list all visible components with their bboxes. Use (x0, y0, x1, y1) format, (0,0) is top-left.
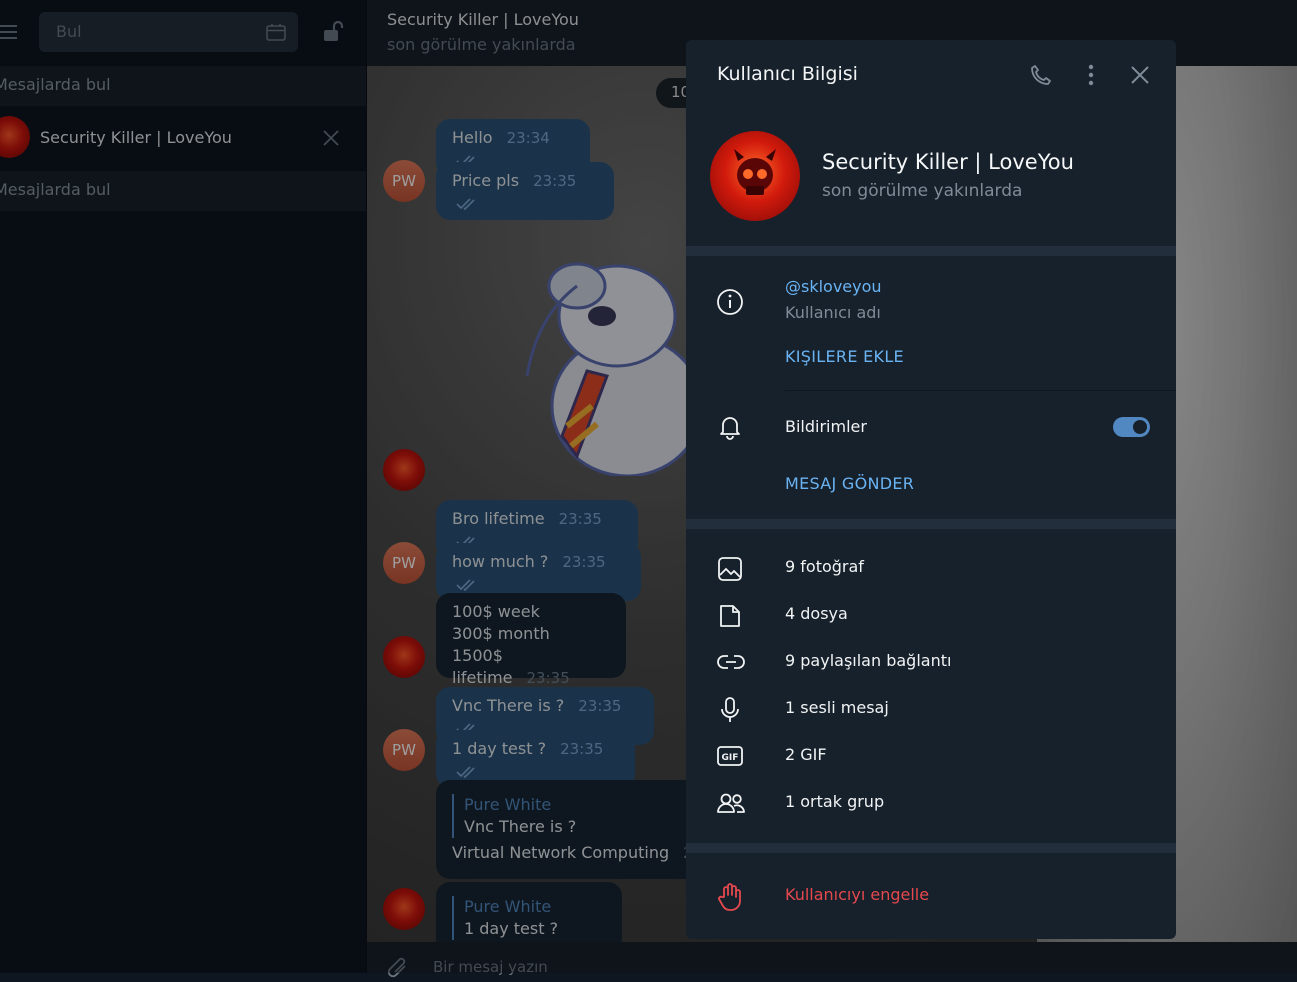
section-divider (686, 843, 1176, 853)
section-divider (686, 246, 1176, 256)
file-icon (716, 603, 744, 629)
notifications-toggle[interactable] (1113, 417, 1150, 437)
user-name: Security Killer | LoveYou (822, 150, 1074, 174)
info-icon (716, 288, 744, 316)
media-files[interactable]: 4 dosya (785, 604, 848, 623)
microphone-icon (716, 696, 744, 724)
divider (785, 390, 1176, 391)
close-icon[interactable] (1130, 65, 1150, 85)
avatar[interactable] (710, 131, 800, 221)
notifications-label: Bildirimler (785, 417, 867, 436)
svg-text:GIF: GIF (722, 753, 739, 763)
phone-icon[interactable] (1030, 64, 1052, 86)
common-groups[interactable]: 1 ortak grup (785, 792, 884, 811)
add-contact-button[interactable]: KIŞILERE EKLE (785, 347, 904, 366)
bell-icon (716, 413, 744, 441)
panel-title: Kullanıcı Bilgisi (717, 63, 858, 85)
skull-icon (734, 149, 776, 195)
media-links[interactable]: 9 paylaşılan bağlantı (785, 651, 951, 670)
media-gifs[interactable]: 2 GIF (785, 745, 827, 764)
user-info-panel: Kullanıcı Bilgisi Security Killer | Love… (686, 40, 1176, 939)
link-icon (716, 652, 746, 672)
section-divider (686, 519, 1176, 529)
gif-icon: GIF (716, 745, 744, 767)
user-status: son görülme yakınlarda (822, 181, 1023, 201)
media-voice[interactable]: 1 sesli mesaj (785, 698, 889, 717)
toggle-knob (1131, 418, 1149, 436)
more-vertical-icon[interactable] (1084, 64, 1098, 86)
group-icon (716, 791, 746, 815)
photo-icon (716, 556, 744, 582)
send-message-button[interactable]: MESAJ GÖNDER (785, 474, 914, 493)
username-label: Kullanıcı adı (785, 303, 881, 322)
block-user-button[interactable]: Kullanıcıyı engelle (785, 885, 929, 904)
username-link[interactable]: @skloveyou (785, 277, 882, 296)
media-photos[interactable]: 9 fotoğraf (785, 557, 864, 576)
hand-stop-icon (716, 882, 744, 912)
